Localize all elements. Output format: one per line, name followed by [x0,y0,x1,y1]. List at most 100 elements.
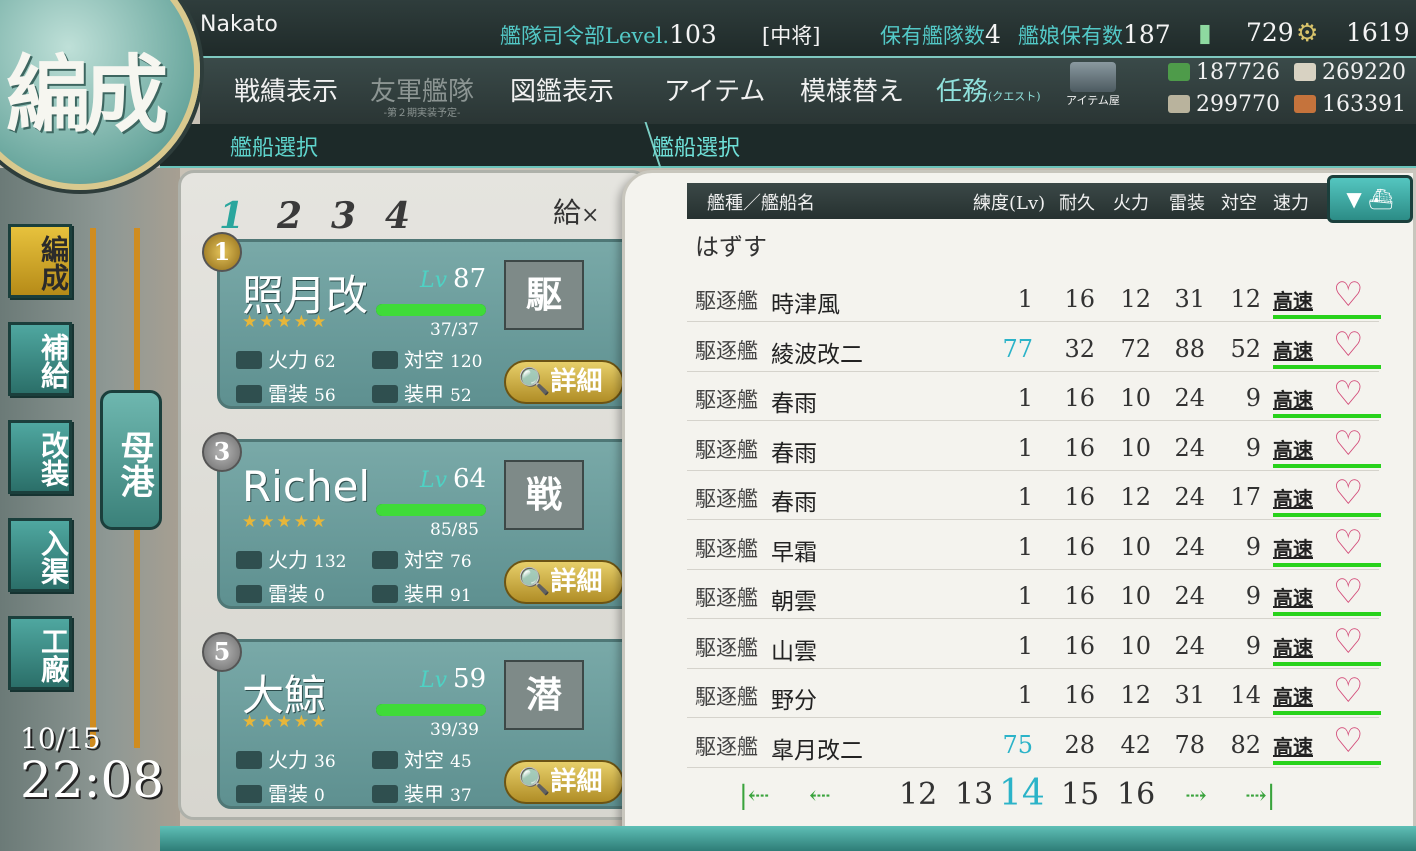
armor-label: 装甲 [404,382,444,406]
nav-repair[interactable]: 入渠 [8,518,72,592]
armor-value: 37 [450,786,472,806]
menu-decoration[interactable]: 模様替え [800,71,904,108]
page-13[interactable]: 13 [955,777,993,812]
supply-tag-label: 給 [553,196,582,229]
level-value: 87 [453,264,487,294]
port-button[interactable]: 母港 [100,390,162,530]
lock-heart-icon[interactable]: ♡ [1333,277,1369,313]
ship-row[interactable]: 駆逐艦 早霜 1 16 10 24 9 高速 ♡ [687,521,1381,570]
hp-text: 85/85 [430,520,479,540]
menu-friend-fleet[interactable]: 友軍艦隊 -第２期実装予定- [370,71,474,119]
aa-label: 対空 [404,348,444,372]
quest-label: 任務 [936,77,989,107]
condition-bar [1273,760,1381,765]
fleet-count-value: 4 [985,20,1001,49]
lock-heart-icon[interactable]: ♡ [1333,327,1369,363]
hp-bar-fill [376,704,486,716]
menu-quest[interactable]: 任務(クエスト) [936,71,1041,108]
ship-type: 駆逐艦 [695,685,758,709]
menu-items[interactable]: アイテム [664,71,765,108]
ship-slot-number: 3 [202,432,242,472]
ship-row[interactable]: 駆逐艦 時津風 1 16 12 31 12 高速 ♡ [687,273,1381,322]
ship-row[interactable]: 駆逐艦 春雨 1 16 10 24 9 高速 ♡ [687,422,1381,471]
firepower-label: 火力 [268,548,308,572]
lock-heart-icon[interactable]: ♡ [1333,525,1369,561]
ship-row[interactable]: 駆逐艦 綾波改二 77 32 72 88 52 高速 ♡ [687,323,1381,372]
level-value: 59 [453,664,487,694]
ship-row[interactable]: 駆逐艦 山雲 1 16 10 24 9 高速 ♡ [687,620,1381,669]
remove-ship-option[interactable]: はずす [695,227,767,262]
detail-button[interactable]: 🔍詳細 [504,760,624,804]
player-name: Nakato [200,12,278,37]
ship-row[interactable]: 駆逐艦 皐月改二 75 28 42 78 82 高速 ♡ [687,719,1381,768]
first-page-icon[interactable]: |⇠ [739,781,770,811]
lock-heart-icon[interactable]: ♡ [1333,376,1369,412]
bottom-strip [160,826,1416,851]
ship-row[interactable]: 駆逐艦 朝雲 1 16 10 24 9 高速 ♡ [687,570,1381,619]
menu-encyclopedia[interactable]: 図鑑表示 [510,71,614,108]
hp-value: 16 [1064,532,1095,561]
speed-label: 高速 [1273,487,1313,511]
fuel: 187726 [1168,60,1280,85]
lock-heart-icon[interactable]: ♡ [1333,723,1369,759]
aa-icon [372,751,398,769]
lock-heart-icon[interactable]: ♡ [1333,673,1369,709]
ship-row[interactable]: 駆逐艦 野分 1 16 12 31 14 高速 ♡ [687,669,1381,718]
condition-bar [1273,463,1381,468]
ship-card-1[interactable]: 1 照月改 Lv 87 ★★★★★ 37/37 火力 62 対空 120 雷装 56 装… [202,232,637,409]
lock-heart-icon[interactable]: ♡ [1333,624,1369,660]
ship-row[interactable]: 駆逐艦 春雨 1 16 10 24 9 高速 ♡ [687,372,1381,421]
next-page-icon[interactable]: ⇢ [1185,781,1207,811]
ship-name: 時津風 [771,292,840,318]
hq-level-value: 103 [669,20,717,49]
firepower-icon [236,351,262,369]
breadcrumb-right: 艦船選択 [652,136,741,161]
firepower-value: 12 [1120,285,1151,313]
ship-name: 皐月改二 [771,737,863,764]
supply-tag[interactable]: 給× [553,191,599,231]
fleet-tab-1[interactable]: 1 [219,195,244,237]
aa-label: 対空 [404,548,444,572]
speed-label: 高速 [1273,437,1313,462]
sort-toggle-button[interactable]: ▼ ⛴ [1327,175,1413,223]
stat-torpedo: 雷装 0 [236,578,325,607]
ship-type: 駆逐艦 [695,388,758,412]
fleet-tab-2[interactable]: 2 [277,195,302,237]
nav-organize[interactable]: 編成 [8,224,72,298]
level-value: 1 [1017,483,1033,511]
stat-armor: 装甲 37 [372,778,472,807]
ship-level: Lv 59 [420,664,486,694]
page-15[interactable]: 15 [1061,777,1099,812]
prev-page-icon[interactable]: ⇠ [809,781,831,811]
menu-battle-record[interactable]: 戦績表示 [234,71,338,108]
detail-button[interactable]: 🔍詳細 [504,560,624,604]
menu-bar: 戦績表示 友軍艦隊 -第２期実装予定- 図鑑表示 アイテム 模様替え 任務(クエス… [200,58,1416,124]
top-bar: Nakato 艦隊司令部Level.103 [中将] 保有艦隊数4 艦娘保有数1… [0,0,1416,58]
page-16[interactable]: 16 [1117,777,1155,812]
stat-aa: 対空 76 [372,544,472,573]
lock-heart-icon[interactable]: ♡ [1333,574,1369,610]
torpedo-value: 24 [1174,631,1205,660]
speed-label: 高速 [1273,734,1313,759]
ship-row[interactable]: 駆逐艦 春雨 1 16 12 24 17 高速 ♡ [687,471,1381,520]
nav-supply[interactable]: 補給 [8,322,72,396]
friend-fleet-label: 友軍艦隊 [370,77,475,107]
page-12[interactable]: 12 [899,777,937,812]
detail-label: 詳細 [550,567,603,597]
menu-item-shop[interactable]: アイテム屋 [1066,62,1120,108]
lock-heart-icon[interactable]: ♡ [1333,475,1369,511]
fleet-count: 保有艦隊数4 [880,20,1001,50]
ship-card-3[interactable]: 5 大鯨 Lv 59 ★★★★★ 39/39 火力 36 対空 45 雷装 0 装甲 37… [202,632,637,809]
condition-bar [1273,414,1381,418]
ship-card-2[interactable]: 3 Richel Lv 64 ★★★★★ 85/85 火力 132 対空 76 雷装 0… [202,432,637,609]
detail-button[interactable]: 🔍詳細 [504,360,624,404]
last-page-icon[interactable]: ⇢| [1245,781,1276,811]
nav-remodel[interactable]: 改装 [8,420,72,494]
firepower-value: 132 [314,552,347,572]
bauxite: 163391 [1294,92,1406,117]
fleet-tab-3[interactable]: 3 [331,195,356,237]
page-14-current[interactable]: 14 [999,773,1045,814]
fleet-tab-4[interactable]: 4 [385,195,410,237]
lock-heart-icon[interactable]: ♡ [1333,426,1369,462]
nav-arsenal[interactable]: 工廠 [8,616,72,690]
